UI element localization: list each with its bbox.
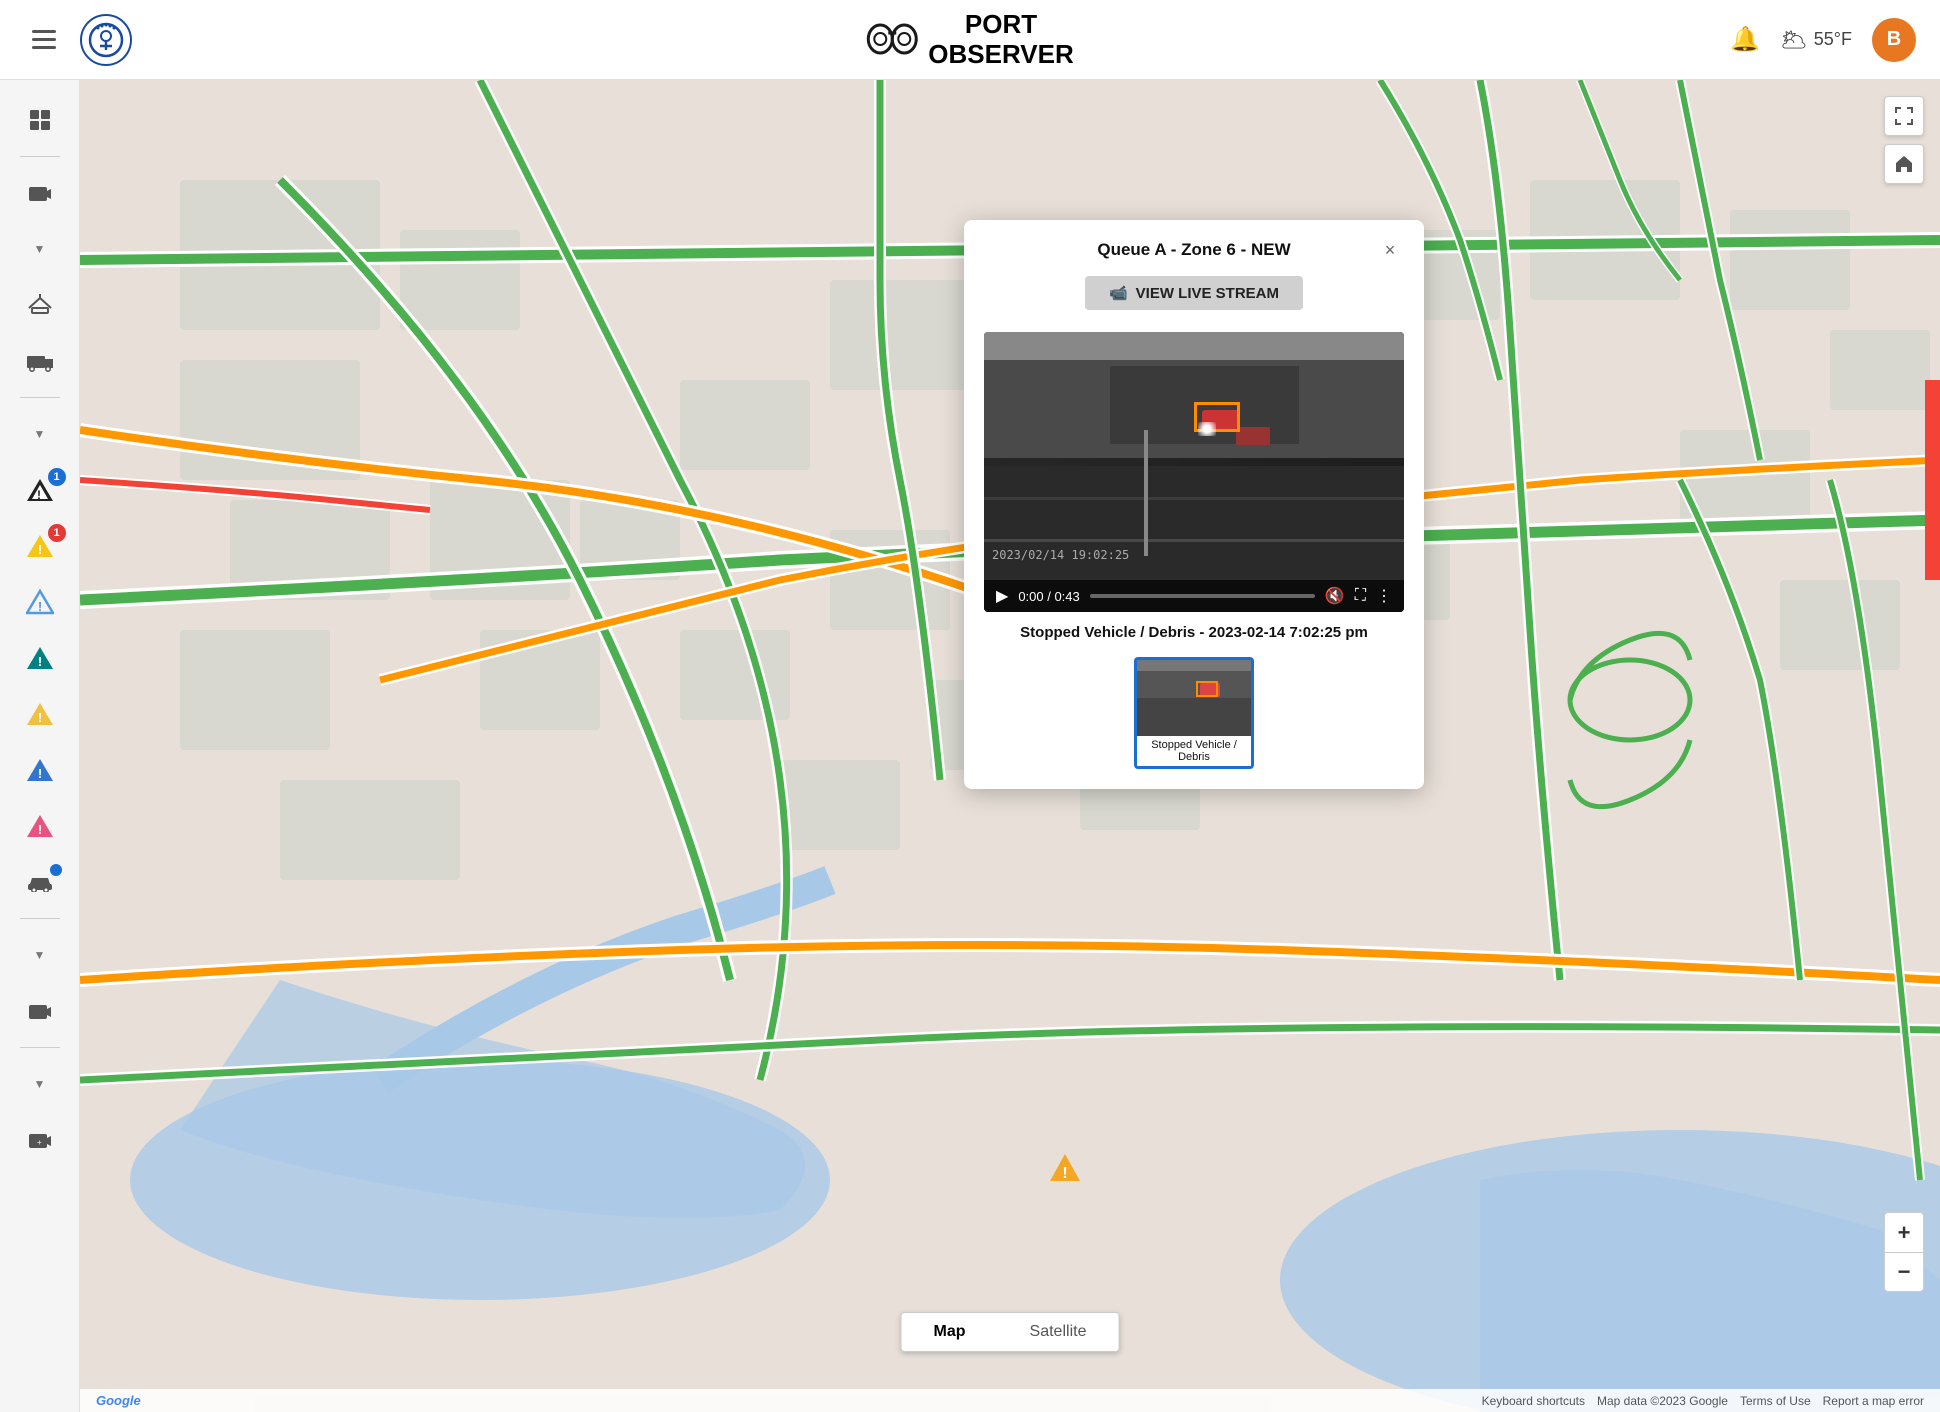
incident-popup: Queue A - Zone 6 - NEW × 📹 VIEW LIVE STR…: [964, 220, 1424, 789]
satellite-toggle-button[interactable]: Satellite: [998, 1313, 1119, 1351]
sidebar-item-car[interactable]: [12, 858, 68, 906]
notification-bell-icon[interactable]: 🔔: [1730, 25, 1760, 54]
hamburger-menu[interactable]: [24, 22, 64, 57]
more-options-button[interactable]: ⋮: [1376, 586, 1392, 606]
home-button[interactable]: [1884, 144, 1924, 184]
live-stream-button[interactable]: 📹 VIEW LIVE STREAM: [1085, 276, 1303, 310]
sidebar-item-ship[interactable]: [12, 281, 68, 329]
svg-text:!: !: [37, 599, 41, 614]
temperature-label: 55°F: [1814, 29, 1852, 50]
sidebar-item-alert-pink[interactable]: !: [12, 802, 68, 850]
svg-text:!: !: [37, 488, 41, 502]
user-avatar[interactable]: B: [1872, 18, 1916, 62]
binoculars-icon: [866, 19, 918, 60]
sidebar-item-alert-yellow[interactable]: ! 1: [12, 522, 68, 570]
header-left: [24, 14, 132, 66]
sidebar-item-camera2[interactable]: [12, 987, 68, 1035]
weather-display: 🌥 55°F: [1780, 27, 1852, 53]
sidebar-item-alert-black[interactable]: ! 1: [12, 466, 68, 514]
alert-yellow-badge: 1: [48, 524, 66, 542]
thumbnail-caption: Stopped Vehicle / Debris: [1137, 736, 1251, 766]
popup-title: Queue A - Zone 6 - NEW: [1012, 240, 1376, 260]
popup-header: Queue A - Zone 6 - NEW ×: [964, 220, 1424, 276]
map-satellite-toggle: Map Satellite: [901, 1312, 1120, 1352]
map-data-label: Map data ©2023 Google: [1597, 1394, 1728, 1408]
video-progress[interactable]: [1090, 594, 1315, 598]
app-logo: [80, 14, 132, 66]
svg-text:!: !: [37, 710, 41, 725]
camera-icon: 📹: [1109, 284, 1128, 302]
live-stream-label: VIEW LIVE STREAM: [1136, 285, 1279, 302]
google-logo: Google: [96, 1393, 141, 1408]
sidebar-item-alert-yellow2[interactable]: !: [12, 690, 68, 738]
brand-logo: PORT OBSERVER: [866, 10, 1073, 70]
zoom-out-button[interactable]: −: [1884, 1252, 1924, 1292]
mute-button[interactable]: 🔇: [1325, 586, 1345, 606]
zoom-in-button[interactable]: +: [1884, 1212, 1924, 1252]
video-player[interactable]: 2023/02/14 19:02:25 ▶ 0:00 / 0:43 🔇 ⛶ ⋮: [984, 332, 1404, 612]
sidebar-item-chevron-ship[interactable]: ▼: [12, 225, 68, 273]
sidebar-item-chevron-cam2[interactable]: ▼: [12, 931, 68, 979]
map-controls-top-right: [1884, 96, 1924, 184]
incident-description: Stopped Vehicle / Debris - 2023-02-14 7:…: [964, 612, 1424, 649]
header-right: 🔔 🌥 55°F B: [1730, 18, 1916, 62]
popup-close-button[interactable]: ×: [1376, 236, 1404, 264]
svg-text:!: !: [37, 766, 41, 781]
sidebar-item-camera[interactable]: [12, 169, 68, 217]
report-error-link[interactable]: Report a map error: [1823, 1394, 1924, 1408]
brand-name: PORT OBSERVER: [928, 10, 1073, 70]
svg-text:!: !: [37, 822, 41, 837]
thumbnail-section: Stopped Vehicle / Debris: [964, 649, 1424, 769]
alert-black-badge: 1: [48, 468, 66, 486]
main-layout: ▼ ▼ ! 1: [0, 80, 1940, 1412]
map-footer: Google Keyboard shortcuts Map data ©2023…: [80, 1389, 1940, 1412]
video-time: 0:00 / 0:43: [1018, 589, 1079, 604]
incident-thumbnail[interactable]: Stopped Vehicle / Debris: [1134, 657, 1254, 769]
map-warning-marker[interactable]: !: [1047, 1151, 1083, 1192]
sidebar-item-chevron-alerts[interactable]: ▼: [12, 410, 68, 458]
sidebar-item-alert-blue-outline[interactable]: !: [12, 578, 68, 626]
map-toggle-button[interactable]: Map: [902, 1313, 998, 1351]
svg-text:+: +: [37, 1138, 42, 1147]
keyboard-shortcuts-link[interactable]: Keyboard shortcuts: [1482, 1394, 1585, 1408]
fullscreen-video-button[interactable]: ⛶: [1355, 587, 1366, 605]
map-area[interactable]: ! + − Map Satellite: [80, 80, 1940, 1412]
map-footer-links: Keyboard shortcuts Map data ©2023 Google…: [1482, 1394, 1924, 1408]
video-controls-bar: ▶ 0:00 / 0:43 🔇 ⛶ ⋮: [984, 580, 1404, 612]
svg-text:!: !: [1063, 1165, 1068, 1182]
sidebar-item-camera3[interactable]: +: [12, 1116, 68, 1164]
sidebar: ▼ ▼ ! 1: [0, 80, 80, 1412]
sidebar-item-truck[interactable]: [12, 337, 68, 385]
thumbnail-image: [1137, 660, 1251, 736]
svg-text:!: !: [37, 542, 41, 557]
fullscreen-button[interactable]: [1884, 96, 1924, 136]
sidebar-item-alert-blue2[interactable]: !: [12, 746, 68, 794]
zoom-controls: + −: [1884, 1212, 1924, 1292]
sidebar-item-chevron-cam3[interactable]: ▼: [12, 1060, 68, 1108]
video-timestamp: 2023/02/14 19:02:25: [992, 548, 1129, 562]
terms-link[interactable]: Terms of Use: [1740, 1394, 1811, 1408]
play-button[interactable]: ▶: [996, 586, 1008, 606]
sidebar-item-alert-teal[interactable]: !: [12, 634, 68, 682]
car-badge: [50, 864, 62, 876]
weather-cloud-icon: 🌥: [1780, 27, 1808, 53]
sidebar-item-grid[interactable]: [12, 96, 68, 144]
header: PORT OBSERVER 🔔 🌥 55°F B: [0, 0, 1940, 80]
svg-text:!: !: [37, 654, 41, 669]
